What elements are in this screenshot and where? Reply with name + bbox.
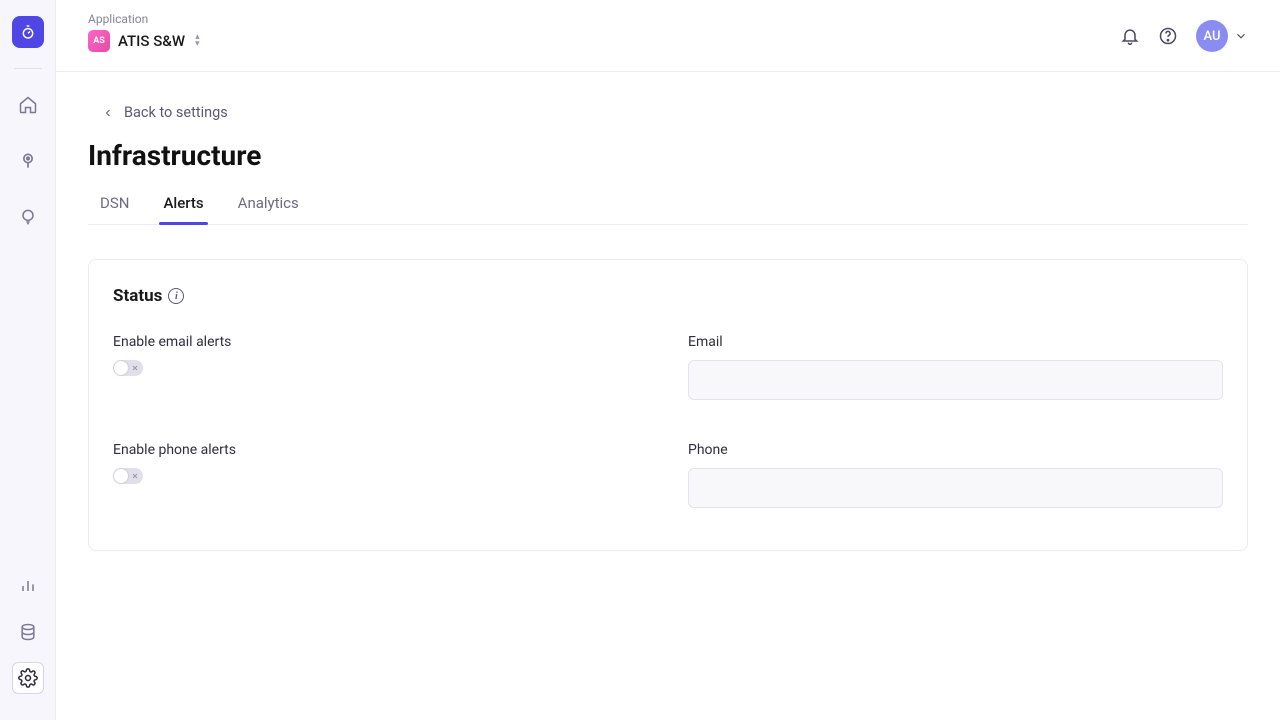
- sidebar-item-home[interactable]: [12, 89, 44, 121]
- home-icon: [18, 95, 38, 115]
- email-input-group: Email: [688, 334, 1223, 400]
- application-badge: AS: [88, 30, 110, 52]
- toggle-off-icon: [131, 472, 139, 480]
- email-alerts-label: Enable email alerts: [113, 334, 648, 350]
- sidebar-item-ideas[interactable]: [12, 201, 44, 233]
- email-input-label: Email: [688, 334, 1223, 350]
- topbar: Application AS ATIS S&W ▴▾: [56, 0, 1280, 72]
- toggle-knob: [114, 469, 128, 483]
- application-selector[interactable]: Application AS ATIS S&W ▴▾: [88, 12, 200, 52]
- sidebar-item-search[interactable]: [12, 145, 44, 177]
- app-logo[interactable]: [12, 16, 44, 48]
- notifications-button[interactable]: [1120, 26, 1140, 46]
- tab-alerts[interactable]: Alerts: [161, 186, 205, 224]
- sidebar-divider: [14, 68, 42, 69]
- card-title: Status: [113, 286, 162, 306]
- chevron-down-icon: [1234, 29, 1248, 43]
- phone-input-group: Phone: [688, 442, 1223, 508]
- phone-input[interactable]: [688, 468, 1223, 508]
- pin-icon: [18, 151, 38, 171]
- status-card: Status i Enable email alerts: [88, 259, 1248, 551]
- bell-icon: [1120, 26, 1140, 46]
- email-input[interactable]: [688, 360, 1223, 400]
- page-title: Infrastructure: [88, 139, 1248, 172]
- bar-chart-icon: [18, 576, 38, 596]
- tab-dsn[interactable]: DSN: [98, 186, 131, 224]
- toggle-knob: [114, 361, 128, 375]
- user-menu[interactable]: AU: [1196, 20, 1248, 52]
- application-selector-label: Application: [88, 12, 200, 26]
- back-label: Back to settings: [124, 104, 228, 121]
- info-icon[interactable]: i: [168, 288, 184, 304]
- sidebar-item-database[interactable]: [12, 616, 44, 648]
- help-icon: [1158, 26, 1178, 46]
- email-alerts-toggle-group: Enable email alerts: [113, 334, 648, 400]
- phone-alerts-toggle[interactable]: [113, 468, 143, 484]
- sidebar: [0, 0, 56, 720]
- tabs: DSN Alerts Analytics: [88, 186, 1248, 225]
- tab-analytics[interactable]: Analytics: [236, 186, 301, 224]
- sidebar-item-settings[interactable]: [12, 662, 44, 694]
- phone-alerts-toggle-group: Enable phone alerts: [113, 442, 648, 508]
- help-button[interactable]: [1158, 26, 1178, 46]
- phone-input-label: Phone: [688, 442, 1223, 458]
- gear-icon: [18, 668, 38, 688]
- selector-arrows-icon: ▴▾: [195, 34, 200, 48]
- avatar: AU: [1196, 20, 1228, 52]
- bulb-icon: [18, 207, 38, 227]
- sidebar-item-analytics[interactable]: [12, 570, 44, 602]
- back-to-settings-link[interactable]: Back to settings: [102, 104, 228, 121]
- stopwatch-icon: [20, 24, 36, 40]
- toggle-off-icon: [131, 364, 139, 372]
- phone-alerts-label: Enable phone alerts: [113, 442, 648, 458]
- chevron-left-icon: [102, 107, 114, 119]
- database-icon: [18, 622, 38, 642]
- email-alerts-toggle[interactable]: [113, 360, 143, 376]
- application-name: ATIS S&W: [118, 32, 185, 50]
